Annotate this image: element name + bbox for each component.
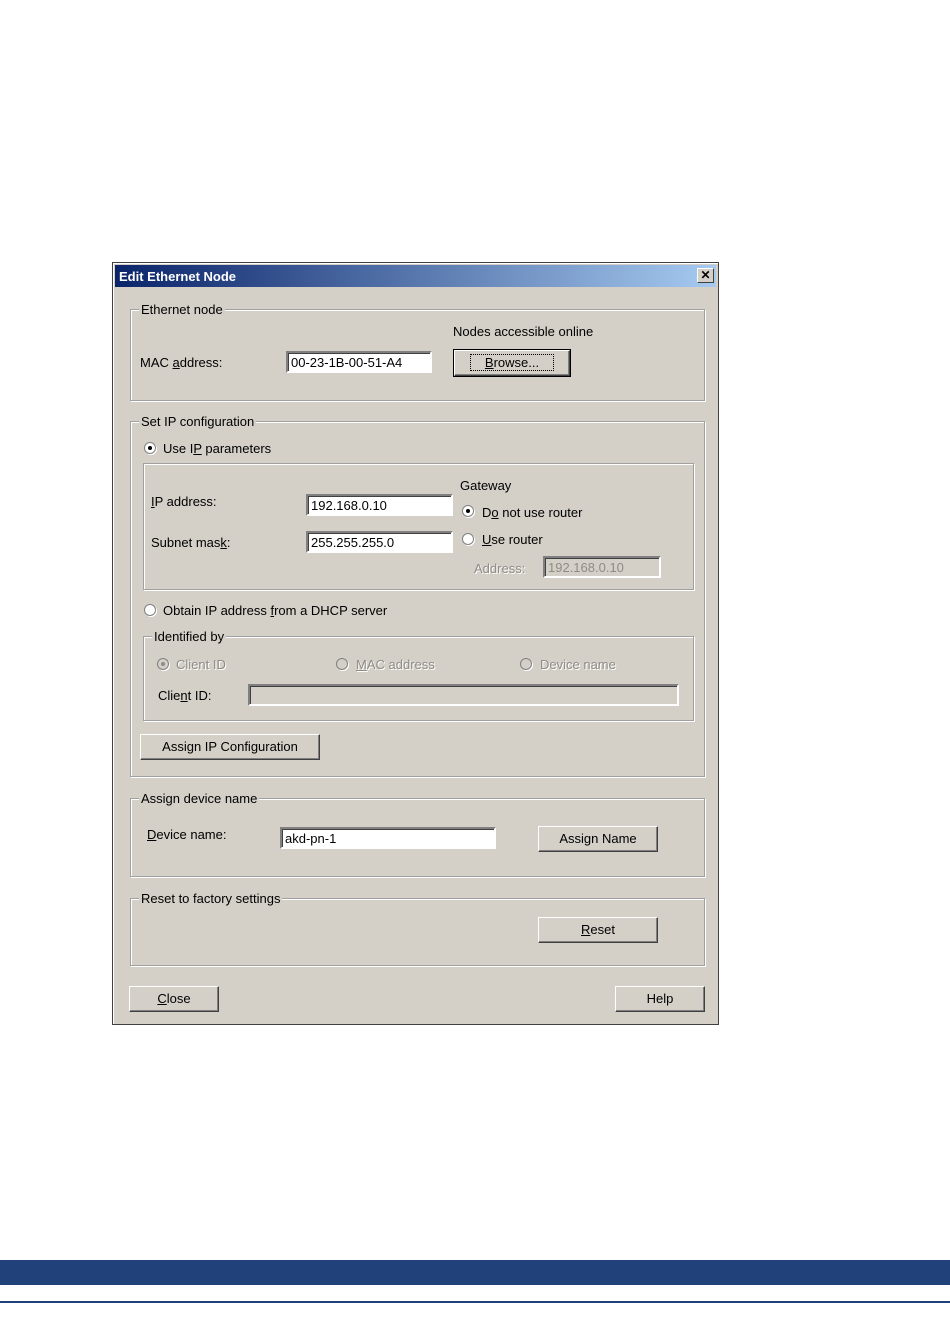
dhcp-radio[interactable] [144, 604, 156, 616]
device-name-legend: Assign device name [139, 791, 260, 806]
mac-address-radio-label: MAC address [356, 657, 435, 672]
device-name-label: Device name: [147, 827, 227, 842]
ip-address-label: IP address: [151, 494, 217, 509]
close-icon[interactable]: ✕ [697, 268, 714, 283]
reset-button[interactable]: Reset [538, 917, 658, 943]
device-name-field[interactable]: akd-pn-1 [280, 827, 496, 849]
client-id-label: Client ID: [158, 688, 212, 703]
nodes-online-label: Nodes accessible online [453, 324, 594, 339]
title-bar[interactable]: Edit Ethernet Node ✕ [115, 265, 716, 287]
ip-address-field[interactable]: 192.168.0.10 [306, 494, 453, 516]
dhcp-label[interactable]: Obtain IP address from a DHCP server [163, 603, 387, 618]
close-button[interactable]: Close [129, 986, 219, 1012]
use-router-label[interactable]: Use router [482, 532, 543, 547]
device-name-radio-label: Device name [540, 657, 616, 672]
mac-address-label: MAC address: [140, 355, 223, 370]
mac-address-field[interactable]: 00-23-1B-00-51-A4 [286, 351, 432, 373]
browse-button[interactable]: Browse... [453, 349, 571, 377]
device-name-radio[interactable] [520, 658, 532, 670]
page-footer-band [0, 1260, 950, 1285]
assign-ip-configuration-button[interactable]: Assign IP Configuration [140, 734, 320, 760]
gateway-address-field[interactable]: 192.168.0.10 [543, 556, 661, 578]
subnet-mask-field[interactable]: 255.255.255.0 [306, 531, 453, 553]
client-id-field[interactable] [248, 684, 679, 706]
client-id-radio-label: Client ID [176, 657, 226, 672]
ethernet-node-legend: Ethernet node [139, 302, 225, 317]
use-ip-label[interactable]: Use IP parameters [163, 441, 271, 456]
edit-ethernet-node-dialog: Edit Ethernet Node ✕ Ethernet node Nodes… [112, 262, 719, 1025]
ip-config-legend: Set IP configuration [139, 414, 257, 429]
reset-legend: Reset to factory settings [139, 891, 283, 906]
mac-address-radio[interactable] [336, 658, 348, 670]
gateway-address-label: Address: [474, 561, 526, 576]
use-router-radio[interactable] [462, 533, 474, 545]
identified-by-group: Identified by [143, 629, 694, 721]
client-id-radio[interactable] [157, 658, 169, 670]
no-router-radio[interactable] [462, 505, 474, 517]
gateway-label: Gateway [460, 478, 512, 493]
help-button[interactable]: Help [615, 986, 705, 1012]
dialog-title: Edit Ethernet Node [119, 269, 237, 284]
identified-by-legend: Identified by [152, 629, 227, 644]
no-router-label[interactable]: Do not use router [482, 505, 582, 520]
use-ip-radio[interactable] [144, 442, 156, 454]
page-footer-line [0, 1301, 950, 1303]
assign-name-button[interactable]: Assign Name [538, 826, 658, 852]
subnet-mask-label: Subnet mask: [151, 535, 231, 550]
